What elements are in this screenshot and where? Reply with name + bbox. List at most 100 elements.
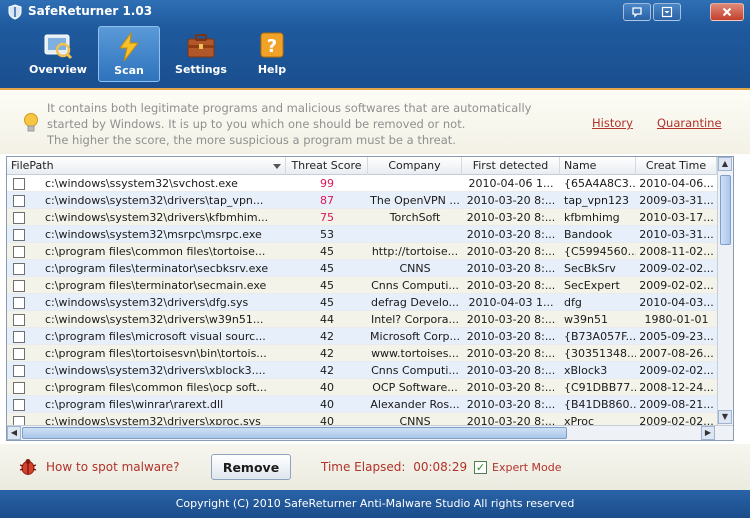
time-elapsed-value: 00:08:29 <box>413 460 468 474</box>
scroll-up-icon[interactable]: ▲ <box>718 157 732 171</box>
quarantine-link[interactable]: Quarantine <box>657 116 722 130</box>
spot-malware-link[interactable]: How to spot malware? <box>46 460 180 474</box>
row-checkbox[interactable] <box>13 365 25 377</box>
header-bar: SafeReturner 1.03 Overview Scan Settings… <box>0 0 750 88</box>
window-title: SafeReturner 1.03 <box>28 4 153 18</box>
cell-threat-score: 44 <box>320 313 334 326</box>
cell-threat-score: 42 <box>320 330 334 343</box>
tab-scan[interactable]: Scan <box>98 26 160 82</box>
cell-threat-score: 42 <box>320 364 334 377</box>
table-row[interactable]: c:\windows\system32\msrpc\msrpc.exe 53 201… <box>7 226 717 243</box>
row-checkbox[interactable] <box>13 246 25 258</box>
cell-name: tap_vpn123 <box>564 194 629 207</box>
table-row[interactable]: c:\windows\system32\drivers\dfg.sys 45 def… <box>7 294 717 311</box>
table-row[interactable]: c:\program files\common files\tortoise..… <box>7 243 717 260</box>
cell-first-detected: 2010-03-20 8:... <box>466 313 556 326</box>
expert-mode-label[interactable]: Expert Mode <box>492 461 562 474</box>
remove-button[interactable]: Remove <box>211 454 291 480</box>
table-row[interactable]: c:\windows\system32\drivers\xproc.sys 40 C… <box>7 413 717 425</box>
settings-icon <box>187 34 215 58</box>
cell-creat-time: 1980-01-01 <box>644 313 709 326</box>
table-row[interactable]: c:\windows\system32\drivers\w39n51... 44 I… <box>7 311 717 328</box>
cell-first-detected: 2010-03-20 8:... <box>466 330 556 343</box>
row-checkbox[interactable] <box>13 331 25 343</box>
chat-button[interactable] <box>623 3 651 21</box>
table-row[interactable]: c:\program files\microsoft visual sourc.… <box>7 328 717 345</box>
table-row[interactable]: c:\program files\terminator\secmain.exe 4… <box>7 277 717 294</box>
column-header-threat-score[interactable]: Threat Score <box>286 157 368 175</box>
row-checkbox[interactable] <box>13 178 25 190</box>
table-row[interactable]: c:\windows\system32\drivers\kfbmhim... 75… <box>7 209 717 226</box>
close-icon <box>722 7 732 17</box>
cell-creat-time: 2007-08-26... <box>639 347 714 360</box>
cell-creat-time: 2009-02-02... <box>639 364 714 377</box>
menu-button[interactable] <box>653 3 681 21</box>
cell-name: dfg <box>564 296 582 309</box>
time-elapsed-label: Time Elapsed: <box>321 460 406 474</box>
tab-help[interactable]: ? Help <box>241 26 303 82</box>
history-link[interactable]: History <box>592 116 633 130</box>
row-checkbox[interactable] <box>13 297 25 309</box>
column-header-name[interactable]: Name <box>560 157 636 175</box>
cell-threat-score: 53 <box>320 228 334 241</box>
column-header-first-detected[interactable]: First detected <box>462 157 560 175</box>
main-toolbar: Overview Scan Settings ? Help <box>0 24 750 86</box>
cell-company: Cnns Computi... <box>371 364 459 377</box>
row-checkbox[interactable] <box>13 263 25 275</box>
vertical-scrollbar[interactable]: ▲ ▼ <box>717 157 733 425</box>
scroll-right-icon[interactable]: ▶ <box>701 426 715 440</box>
horizontal-scrollbar[interactable]: ◀ ▶ <box>7 425 733 440</box>
row-checkbox[interactable] <box>13 416 25 425</box>
table-row[interactable]: c:\windows\system32\drivers\xblock3.... 4… <box>7 362 717 379</box>
cell-threat-score: 40 <box>320 415 334 425</box>
column-header-filepath[interactable]: FilePath <box>7 157 286 175</box>
tab-overview[interactable]: Overview <box>27 26 89 82</box>
table-row[interactable]: c:\windows\system32\drivers\tap_vpn... 87… <box>7 192 717 209</box>
cell-company: Microsoft Corp... <box>370 330 460 343</box>
cell-filepath: c:\program files\tortoisesvn\bin\tortois… <box>45 347 267 360</box>
row-checkbox[interactable] <box>13 382 25 394</box>
cell-creat-time: 2010-03-31... <box>639 228 714 241</box>
cell-filepath: c:\windows\system32\drivers\xblock3.... <box>45 364 266 377</box>
table-row[interactable]: c:\program files\common files\ocp soft..… <box>7 379 717 396</box>
cell-company: CNNS <box>399 415 431 425</box>
row-checkbox[interactable] <box>13 314 25 326</box>
row-checkbox[interactable] <box>13 399 25 411</box>
row-checkbox[interactable] <box>13 280 25 292</box>
cell-creat-time: 2010-04-03... <box>639 296 714 309</box>
cell-company: CNNS <box>399 262 431 275</box>
expert-mode-checkbox[interactable]: ✓ <box>474 461 487 474</box>
tab-settings[interactable]: Settings <box>170 26 232 82</box>
row-checkbox[interactable] <box>13 195 25 207</box>
vertical-scroll-thumb[interactable] <box>720 175 731 245</box>
cell-threat-score: 99 <box>320 177 334 190</box>
close-button[interactable] <box>710 3 744 21</box>
cell-company: The OpenVPN ... <box>370 194 460 207</box>
cell-creat-time: 2010-03-17... <box>639 211 714 224</box>
table-row[interactable]: c:\windows\ssystem32\svchost.exe 99 2010-0… <box>7 175 717 192</box>
table-row[interactable]: c:\program files\winrar\rarext.dll 40 Alex… <box>7 396 717 413</box>
row-checkbox[interactable] <box>13 348 25 360</box>
cell-filepath: c:\program files\terminator\secmain.exe <box>45 279 267 292</box>
cell-first-detected: 2010-03-20 8:... <box>466 228 556 241</box>
table-row[interactable]: c:\program files\terminator\secbksrv.exe… <box>7 260 717 277</box>
row-checkbox[interactable] <box>13 229 25 241</box>
row-checkbox[interactable] <box>13 212 25 224</box>
cell-company: Alexander Ros... <box>370 398 460 411</box>
table-row[interactable]: c:\program files\tortoisesvn\bin\tortois… <box>7 345 717 362</box>
horizontal-scroll-thumb[interactable] <box>22 427 567 439</box>
scroll-down-icon[interactable]: ▼ <box>718 410 732 424</box>
cell-name: w39n51 <box>564 313 608 326</box>
scroll-left-icon[interactable]: ◀ <box>7 426 21 440</box>
cell-creat-time: 2009-03-31... <box>639 194 714 207</box>
cell-first-detected: 2010-03-20 8:... <box>466 211 556 224</box>
column-header-creat-time[interactable]: Creat Time <box>636 157 717 175</box>
cell-name: {65A4A8C3... <box>564 177 636 190</box>
cell-company <box>368 175 462 192</box>
cell-name: SecExpert <box>564 279 620 292</box>
cell-company: OCP Software... <box>372 381 458 394</box>
column-header-company[interactable]: Company <box>368 157 462 175</box>
cell-first-detected: 2010-03-20 8:... <box>466 381 556 394</box>
cell-creat-time: 2009-02-02... <box>639 262 714 275</box>
action-bar: How to spot malware? Remove Time Elapsed… <box>0 444 750 490</box>
